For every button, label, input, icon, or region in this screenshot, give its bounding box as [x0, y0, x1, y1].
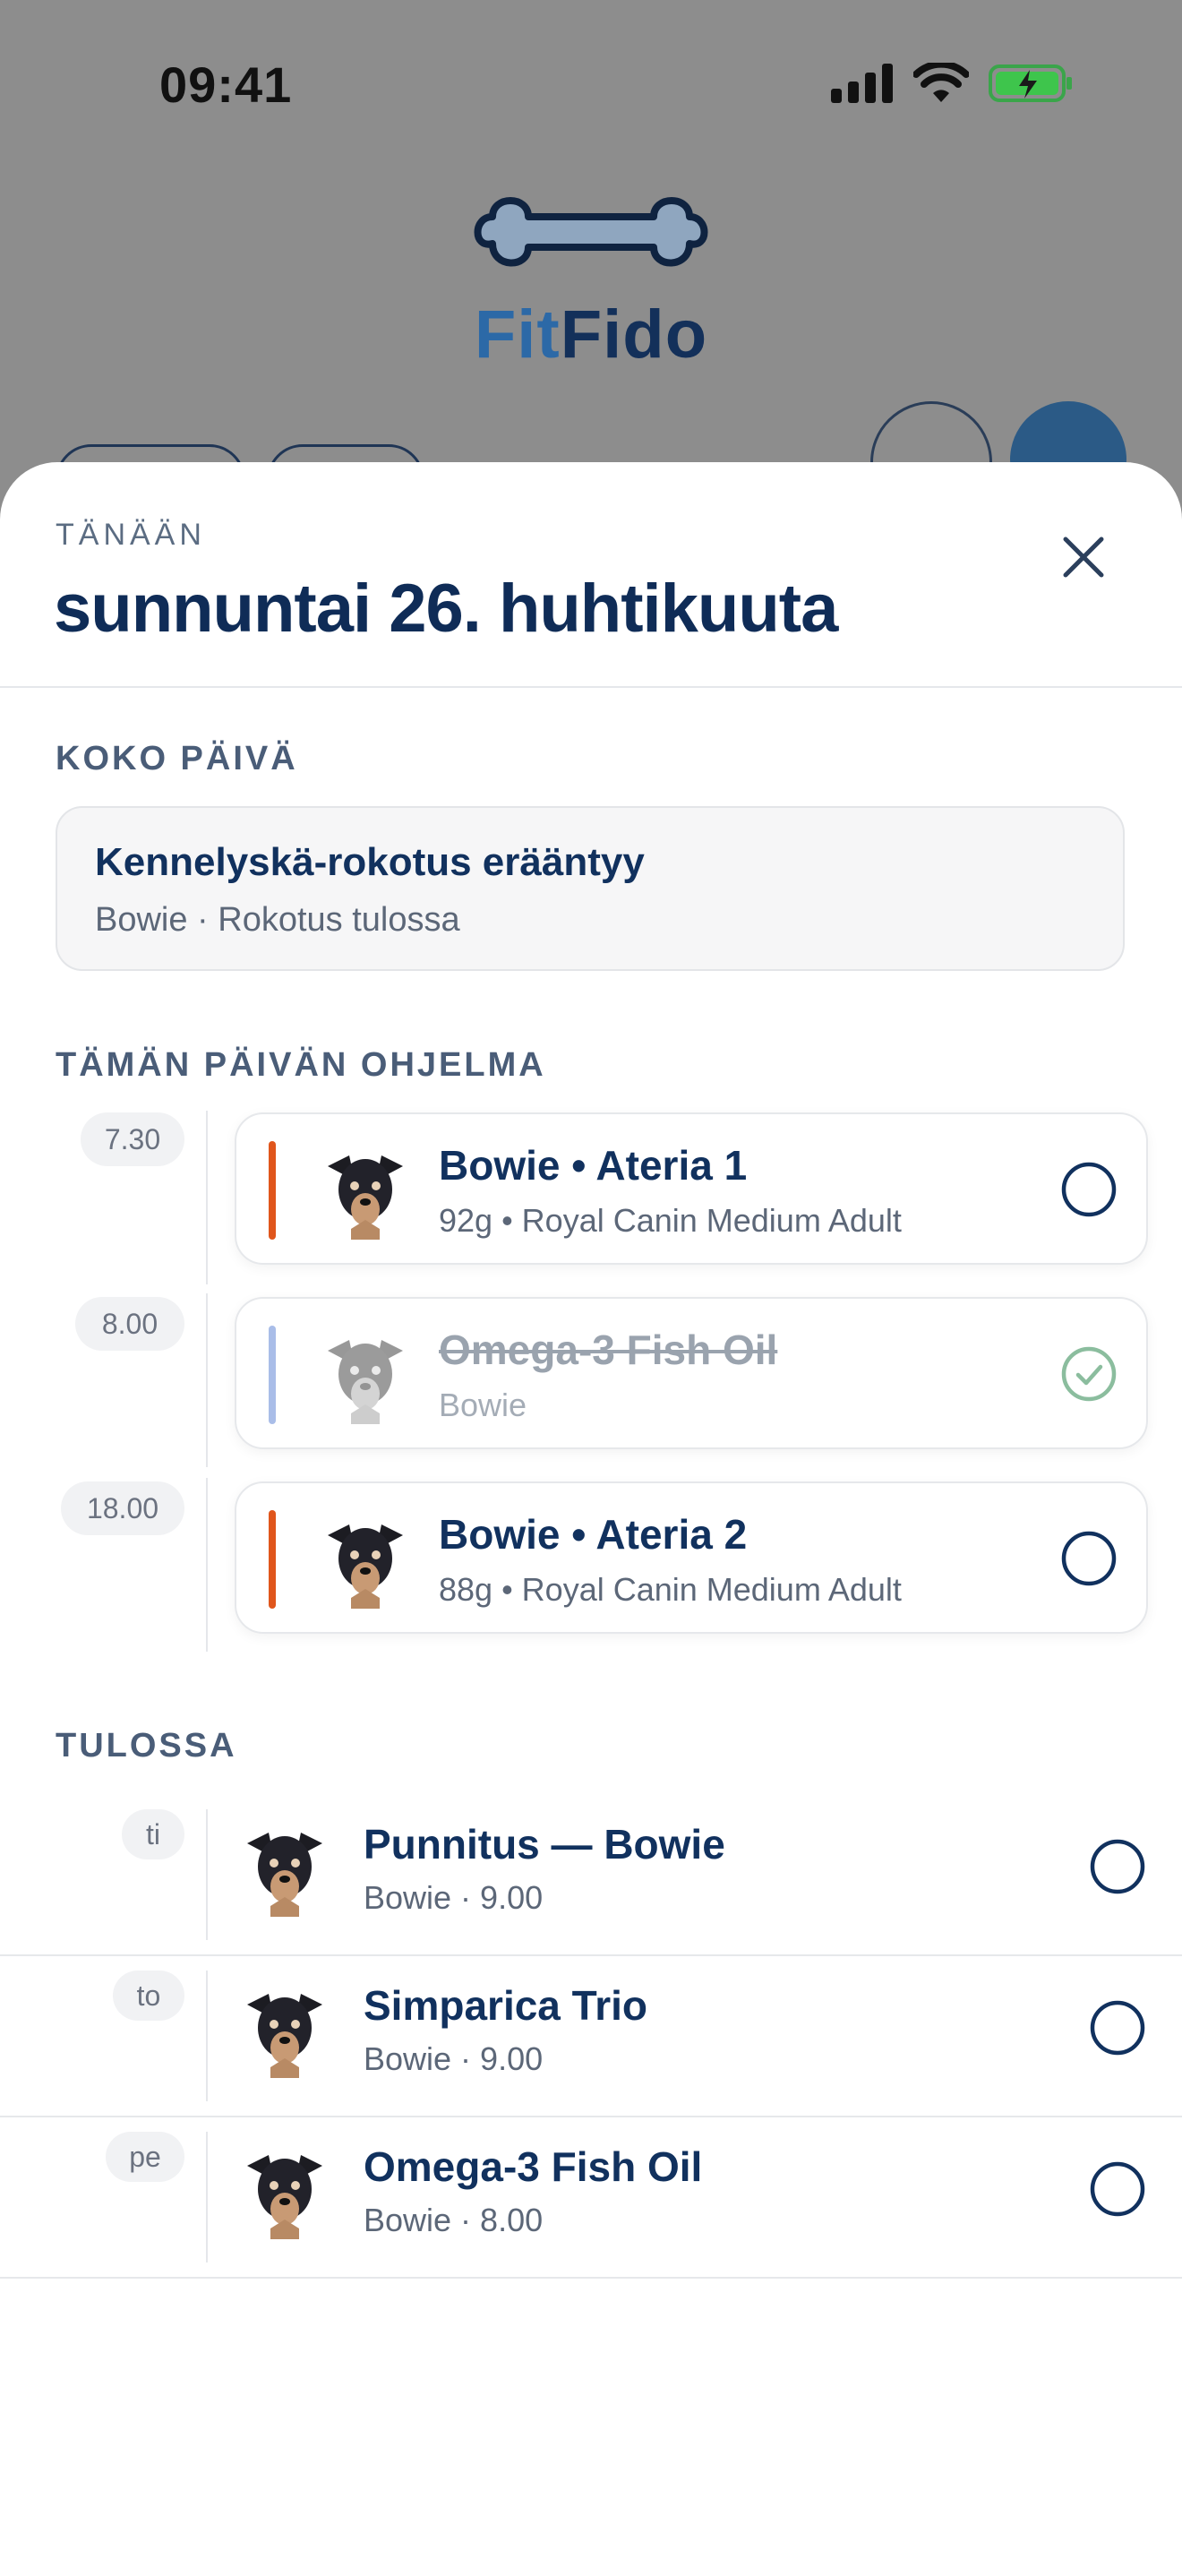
sheet-eyebrow: TÄNÄÄN [56, 518, 206, 552]
dog-avatar [328, 1155, 403, 1240]
upcoming-subtitle: Bowie · 8.00 [364, 2202, 544, 2238]
event-subtitle: 88g • Royal Canin Medium Adult [439, 1571, 902, 1608]
header-divider [0, 686, 1182, 688]
status-icons [831, 63, 1075, 104]
dog-avatar [247, 2155, 322, 2239]
category-bar [269, 1326, 276, 1424]
event-subtitle: 92g • Royal Canin Medium Adult [439, 1202, 902, 1239]
logo-text-fit: Fit [474, 296, 561, 373]
upcoming-row[interactable]: pe Omega-3 Fish Oil Bowie · 8.00 [0, 2116, 1182, 2279]
empty-checkbox-icon[interactable] [1089, 2160, 1146, 2218]
category-bar [269, 1141, 276, 1240]
bone-icon [474, 197, 708, 267]
empty-checkbox-icon[interactable] [1089, 1999, 1146, 2057]
upcoming-title: Punnitus — Bowie [364, 1821, 725, 1868]
time-pill: 7.30 [81, 1112, 184, 1166]
event-card[interactable]: Bowie • Ateria 1 92g • Royal Canin Mediu… [235, 1112, 1148, 1265]
day-pill: pe [106, 2132, 184, 2182]
status-time: 09:41 [159, 56, 293, 113]
dog-avatar [328, 1524, 403, 1609]
signal-icon [831, 64, 893, 103]
event-title: Bowie • Ateria 2 [439, 1511, 748, 1558]
all-day-card[interactable]: Kennelyskä-rokotus erääntyy Bowie · Roko… [56, 806, 1125, 971]
empty-checkbox-icon[interactable] [1089, 1838, 1146, 1895]
section-label-program: TÄMÄN PÄIVÄN OHJELMA [56, 1046, 546, 1084]
event-card[interactable]: Bowie • Ateria 2 88g • Royal Canin Mediu… [235, 1481, 1148, 1634]
event-subtitle: Bowie [439, 1387, 527, 1423]
day-pill: ti [122, 1809, 184, 1859]
upcoming-row[interactable]: ti Punnitus — Bowie Bowie · 9.00 [0, 1793, 1182, 1956]
event-card[interactable]: Omega-3 Fish Oil Bowie [235, 1297, 1148, 1449]
close-icon [1063, 537, 1104, 578]
checked-checkbox-icon[interactable] [1060, 1345, 1118, 1403]
all-day-subtitle: Bowie · Rokotus tulossa [95, 901, 460, 939]
section-label-upcoming: TULOSSA [56, 1727, 237, 1765]
upcoming-title: Omega-3 Fish Oil [364, 2143, 703, 2190]
timeline-line [206, 1111, 208, 1284]
close-button[interactable] [1057, 530, 1110, 584]
logo-text: FitFido [466, 296, 716, 374]
dog-avatar [247, 1833, 322, 1917]
timeline-line [206, 1478, 208, 1652]
day-pill: to [113, 1971, 184, 2021]
time-pill: 8.00 [75, 1297, 184, 1351]
timeline-line [206, 1293, 208, 1467]
empty-checkbox-icon[interactable] [1060, 1530, 1118, 1587]
timeline-line [206, 2132, 208, 2263]
background-app: 09:41 FitFido [0, 0, 1182, 537]
section-label-all-day: KOKO PÄIVÄ [56, 740, 298, 777]
time-pill: 18.00 [61, 1481, 184, 1535]
upcoming-subtitle: Bowie · 9.00 [364, 1879, 544, 1916]
timeline-line [206, 1809, 208, 1940]
upcoming-title: Simparica Trio [364, 1982, 648, 2029]
battery-charging-icon [989, 64, 1072, 102]
upcoming-subtitle: Bowie · 9.00 [364, 2040, 544, 2077]
dog-avatar [328, 1340, 403, 1424]
sheet-title: sunnuntai 26. huhtikuuta [54, 571, 838, 647]
fitfido-logo: FitFido [466, 190, 716, 373]
wifi-icon [913, 63, 969, 102]
dog-avatar [247, 1994, 322, 2078]
event-title: Bowie • Ateria 1 [439, 1142, 748, 1189]
category-bar [269, 1510, 276, 1609]
event-title: Omega-3 Fish Oil [439, 1327, 778, 1373]
empty-checkbox-icon[interactable] [1060, 1161, 1118, 1218]
timeline-line [206, 1971, 208, 2101]
logo-text-fido: Fido [560, 296, 708, 373]
all-day-title: Kennelyskä-rokotus erääntyy [95, 840, 645, 884]
upcoming-row[interactable]: to Simparica Trio Bowie · 9.00 [0, 1954, 1182, 2117]
